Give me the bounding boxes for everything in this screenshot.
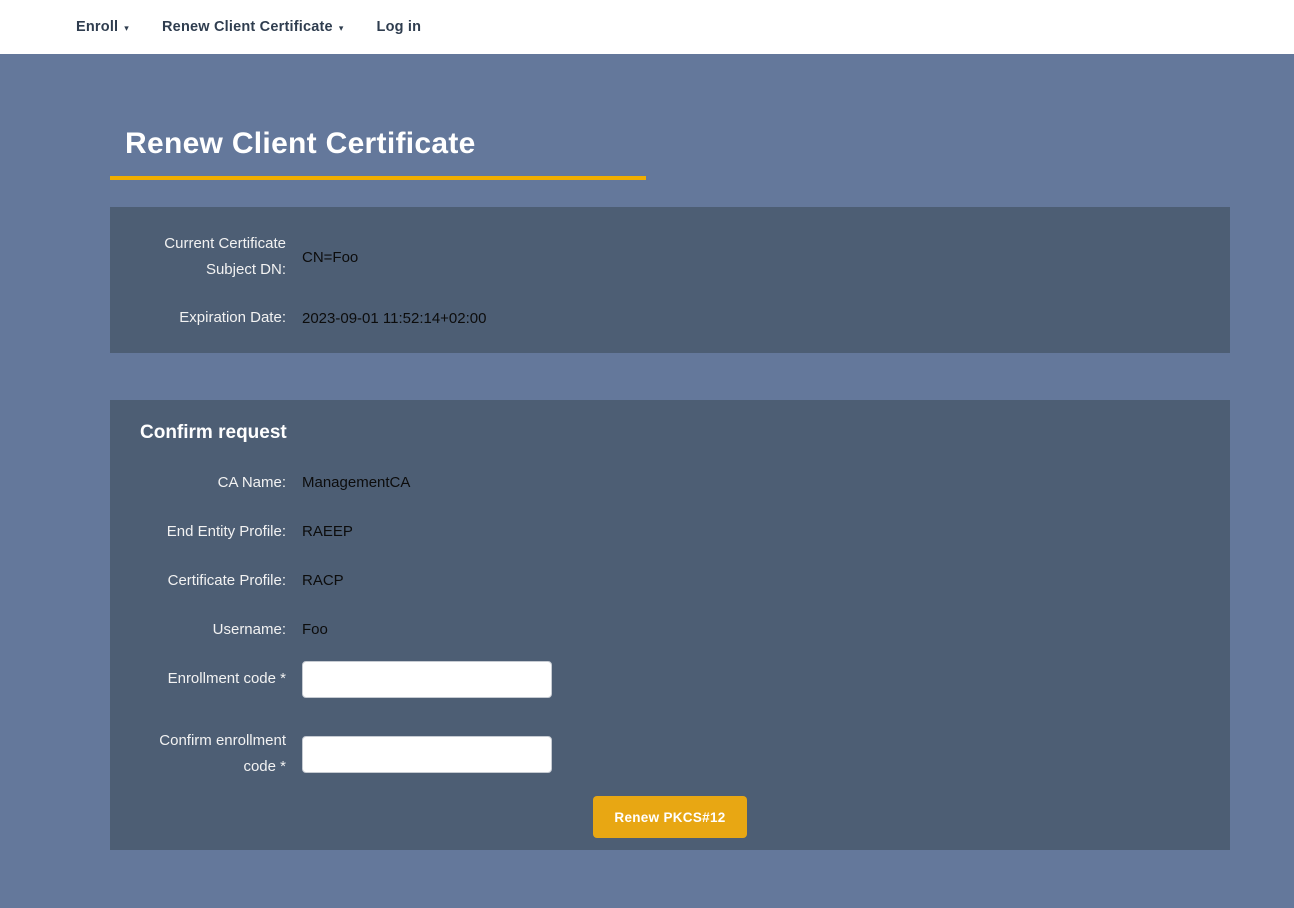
top-nav: Enroll ▾ Renew Client Certificate ▾ Log …	[0, 0, 1294, 54]
confirm-request-heading: Confirm request	[140, 422, 1200, 444]
content-container: Renew Client Certificate Current Certifi…	[110, 126, 1230, 850]
field-row-expiration-date: Expiration Date: 2023-09-01 11:52:14+02:…	[140, 305, 1200, 331]
enrollment-code-input[interactable]	[302, 661, 552, 698]
confirm-request-panel: Confirm request CA Name: ManagementCA En…	[110, 400, 1230, 850]
nav-item-renew-client-certificate[interactable]: Renew Client Certificate ▾	[162, 19, 344, 35]
field-value-ca-name: ManagementCA	[302, 474, 410, 491]
chevron-down-icon: ▾	[124, 23, 129, 34]
field-row-certificate-profile: Certificate Profile: RACP	[140, 562, 1200, 599]
field-value-certificate-profile: RACP	[302, 572, 344, 589]
field-label-ca-name: CA Name:	[140, 470, 286, 496]
nav-item-enroll-label: Enroll	[76, 19, 118, 35]
field-label-end-entity-profile: End Entity Profile:	[140, 519, 286, 545]
field-value-expiration-date: 2023-09-01 11:52:14+02:00	[302, 310, 486, 327]
current-certificate-panel: Current Certificate Subject DN: CN=Foo E…	[110, 207, 1230, 353]
nav-item-enroll[interactable]: Enroll ▾	[76, 19, 129, 35]
field-label-confirm-enrollment-code: Confirm enrollment code *	[140, 728, 286, 780]
field-value-username: Foo	[302, 621, 328, 638]
confirm-enrollment-code-input[interactable]	[302, 736, 552, 773]
field-label-certificate-profile: Certificate Profile:	[140, 568, 286, 594]
field-row-ca-name: CA Name: ManagementCA	[140, 464, 1200, 501]
field-row-username: Username: Foo	[140, 611, 1200, 648]
page-title: Renew Client Certificate	[110, 126, 646, 180]
field-label-expiration-date: Expiration Date:	[140, 305, 286, 331]
chevron-down-icon: ▾	[339, 23, 344, 34]
field-row-enrollment-code: Enrollment code *	[140, 660, 1200, 698]
nav-item-login-label: Log in	[377, 19, 422, 35]
field-row-end-entity-profile: End Entity Profile: RAEEP	[140, 513, 1200, 550]
field-value-end-entity-profile: RAEEP	[302, 523, 353, 540]
field-value-subject-dn: CN=Foo	[302, 249, 358, 266]
screen: Enroll ▾ Renew Client Certificate ▾ Log …	[0, 0, 1294, 908]
field-label-subject-dn: Current Certificate Subject DN:	[140, 231, 286, 283]
renew-pkcs12-button[interactable]: Renew PKCS#12	[593, 796, 746, 838]
field-row-confirm-enrollment-code: Confirm enrollment code *	[140, 728, 1200, 780]
nav-item-renew-label: Renew Client Certificate	[162, 19, 333, 35]
field-label-enrollment-code: Enrollment code *	[140, 666, 286, 692]
field-row-subject-dn: Current Certificate Subject DN: CN=Foo	[140, 231, 1200, 283]
nav-item-log-in[interactable]: Log in	[377, 19, 422, 35]
button-row: Renew PKCS#12	[140, 796, 1200, 838]
field-label-username: Username:	[140, 617, 286, 643]
